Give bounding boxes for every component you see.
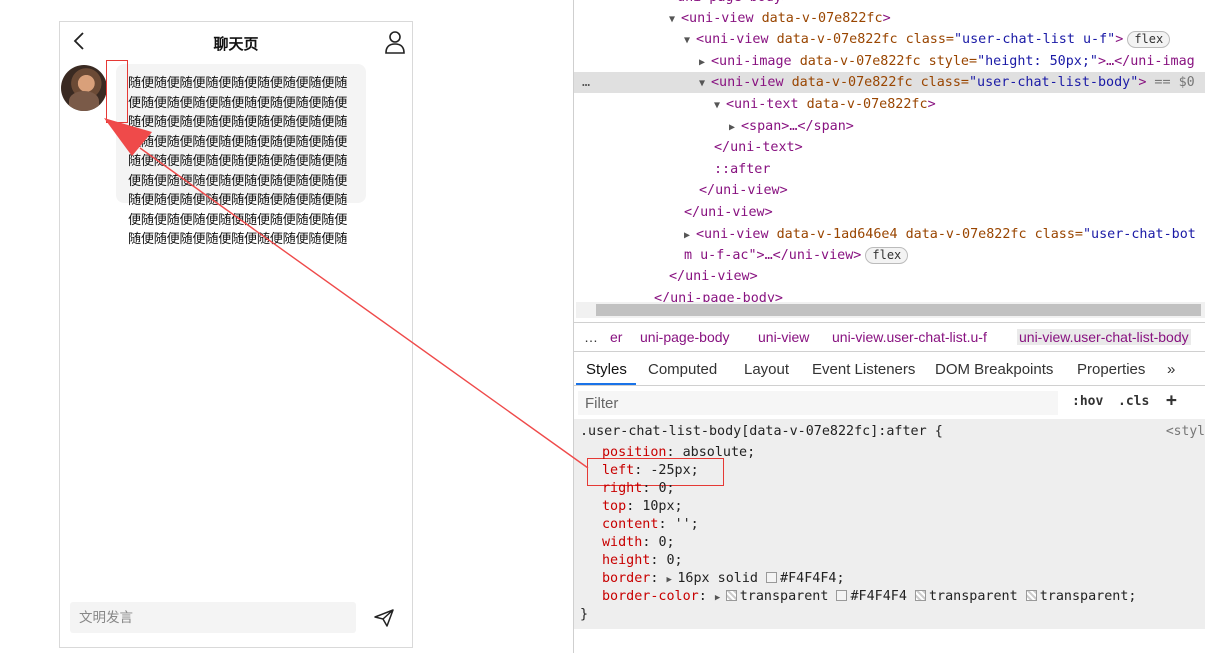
expand-shorthand-toggle[interactable]: ▶ bbox=[667, 575, 678, 585]
color-swatch[interactable] bbox=[914, 590, 926, 601]
breadcrumb-item[interactable]: uni-page-body bbox=[640, 329, 730, 345]
dom-node[interactable]: </uni-page-body> bbox=[574, 288, 1205, 302]
filter-row: :hov .cls + bbox=[574, 387, 1205, 419]
chat-message-text: 随便随便随便随便随便随便随便随便随便随便随便随便随便随便随便随便随便随便随便随便… bbox=[128, 76, 348, 247]
dom-node[interactable]: </uni-view> bbox=[574, 180, 1205, 201]
color-swatch[interactable] bbox=[1025, 590, 1037, 601]
avatar[interactable] bbox=[61, 65, 107, 111]
expand-toggle[interactable]: ▶ bbox=[729, 117, 741, 138]
css-property[interactable]: right: 0; bbox=[602, 480, 675, 498]
expand-toggle[interactable]: ▶ bbox=[684, 225, 696, 246]
dom-node[interactable]: ▼ <uni-view data-v-07e822fc class="user-c… bbox=[574, 29, 1205, 50]
tabs-bar: Styles Computed Layout Event Listeners DOM B… bbox=[574, 352, 1205, 386]
style-source-link[interactable]: <styl bbox=[1166, 424, 1205, 439]
dom-node[interactable]: ▶ <span>…</span> bbox=[574, 116, 1205, 137]
breadcrumb: … er uni-page-body uni-view uni-view.user-ch… bbox=[574, 322, 1205, 352]
tab-event-listeners[interactable]: Event Listeners bbox=[812, 361, 915, 378]
dom-node[interactable]: <uni-page-body> bbox=[574, 0, 1205, 8]
tab-dom-breakpoints[interactable]: DOM Breakpoints bbox=[935, 361, 1053, 378]
message-input[interactable] bbox=[70, 602, 356, 633]
expand-shorthand-toggle[interactable]: ▶ bbox=[715, 593, 726, 603]
css-property[interactable]: position: absolute; bbox=[602, 444, 755, 462]
devtools-panel: <uni-page-body>▼<uni-view data-v-07e822f… bbox=[573, 0, 1205, 653]
tab-computed[interactable]: Computed bbox=[648, 361, 717, 378]
phone-preview: 聊天页 随便随便随便随便随便随便随便随便随便随便随便随便随便随便随便随便随便随便… bbox=[59, 21, 413, 648]
hov-toggle[interactable]: :hov bbox=[1072, 394, 1103, 409]
filter-input[interactable] bbox=[578, 391, 1058, 415]
node-actions-button[interactable]: … bbox=[582, 72, 590, 93]
dom-node[interactable]: … ▼ <uni-view data-v-07e822fc class="user-… bbox=[574, 72, 1205, 93]
breadcrumb-item[interactable]: uni-view.user-chat-list-body bbox=[1017, 329, 1191, 345]
page-title: 聊天页 bbox=[213, 35, 259, 53]
styles-pane: <styl .user-chat-list-body[data-v-07e822… bbox=[574, 419, 1205, 629]
cls-toggle[interactable]: .cls bbox=[1118, 394, 1149, 409]
breadcrumb-item[interactable]: uni-view.user-chat-list.u-f bbox=[832, 329, 987, 345]
css-property[interactable]: width: 0; bbox=[602, 534, 675, 552]
color-swatch[interactable] bbox=[836, 590, 848, 601]
expand-toggle[interactable]: ▼ bbox=[684, 30, 696, 51]
dom-node[interactable]: ▼ <uni-text data-v-07e822fc> bbox=[574, 94, 1205, 115]
dom-node[interactable]: ▶ <uni-view data-v-1ad646e4 data-v-07e822… bbox=[574, 224, 1205, 245]
flex-badge[interactable]: flex bbox=[865, 247, 909, 264]
tab-layout[interactable]: Layout bbox=[744, 361, 789, 378]
scroll-thumb[interactable] bbox=[596, 304, 1201, 316]
flex-badge[interactable]: flex bbox=[1127, 31, 1171, 48]
nav-bar: 聊天页 bbox=[60, 22, 412, 62]
css-property[interactable]: border: ▶ 16px solid #F4F4F4; bbox=[602, 570, 845, 589]
breadcrumb-item[interactable]: er bbox=[610, 329, 622, 345]
css-selector[interactable]: .user-chat-list-body[data-v-07e822fc]:af… bbox=[580, 423, 943, 441]
horizontal-scrollbar[interactable] bbox=[576, 302, 1205, 318]
tab-styles[interactable]: Styles bbox=[586, 361, 627, 378]
dom-node[interactable]: </uni-text> bbox=[574, 137, 1205, 158]
expand-toggle[interactable]: ▼ bbox=[669, 9, 681, 30]
color-swatch[interactable] bbox=[725, 590, 737, 601]
expand-toggle[interactable]: ▶ bbox=[699, 52, 711, 73]
breadcrumb-item[interactable]: … bbox=[584, 329, 598, 345]
new-rule-button[interactable]: + bbox=[1166, 390, 1177, 411]
active-tab-indicator bbox=[576, 383, 636, 385]
css-property[interactable]: border-color: ▶ transparent #F4F4F4 tran… bbox=[602, 588, 1136, 607]
css-property[interactable]: content: ''; bbox=[602, 516, 699, 534]
dom-tree[interactable]: <uni-page-body>▼<uni-view data-v-07e822f… bbox=[574, 0, 1205, 302]
send-icon[interactable] bbox=[374, 609, 394, 627]
dom-node[interactable]: ::after bbox=[574, 159, 1205, 180]
css-property[interactable]: left: -25px; bbox=[602, 462, 699, 480]
dom-node[interactable]: ▼ <uni-view data-v-07e822fc> bbox=[574, 8, 1205, 29]
expand-toggle[interactable]: ▼ bbox=[699, 73, 711, 94]
chat-bubble: 随便随便随便随便随便随便随便随便随便随便随便随便随便随便随便随便随便随便随便随便… bbox=[116, 64, 366, 247]
css-property[interactable]: height: 0; bbox=[602, 552, 683, 570]
user-icon[interactable] bbox=[384, 30, 406, 54]
tab-properties[interactable]: Properties bbox=[1077, 361, 1145, 378]
breadcrumb-item[interactable]: uni-view bbox=[758, 329, 809, 345]
annotation-box bbox=[106, 60, 128, 123]
color-swatch[interactable] bbox=[766, 572, 778, 583]
css-rule-end: } bbox=[580, 607, 589, 622]
dom-node[interactable]: ▶ <uni-image data-v-07e822fc style="heigh… bbox=[574, 51, 1205, 72]
css-property[interactable]: top: 10px; bbox=[602, 498, 683, 516]
dom-node[interactable]: </uni-view> bbox=[574, 202, 1205, 223]
dom-node[interactable]: </uni-view> bbox=[574, 266, 1205, 287]
expand-toggle[interactable]: ▼ bbox=[714, 95, 726, 116]
dom-node[interactable]: m u-f-ac">…</uni-view> flex bbox=[574, 245, 1205, 266]
more-tabs-button[interactable]: » bbox=[1167, 361, 1175, 378]
